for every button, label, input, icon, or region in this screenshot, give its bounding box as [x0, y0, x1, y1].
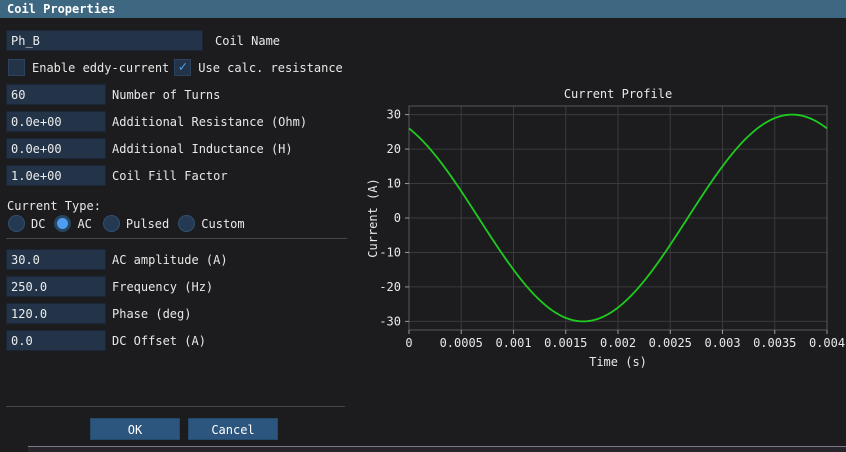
additional-inductance-label: Additional Inductance (H)	[112, 142, 293, 156]
number-of-turns-label: Number of Turns	[112, 88, 220, 102]
x-tick-label: 0.0035	[753, 336, 796, 350]
y-tick-label: -30	[379, 314, 401, 328]
x-tick-label: 0	[405, 336, 412, 350]
y-tick-label: 30	[387, 108, 401, 122]
x-tick-label: 0.002	[600, 336, 636, 350]
cancel-button[interactable]: Cancel	[188, 418, 278, 440]
dc-offset-label: DC Offset (A)	[112, 334, 206, 348]
y-tick-label: -20	[379, 280, 401, 294]
frequency-input[interactable]	[6, 276, 106, 297]
current-type-label: Current Type:	[7, 199, 101, 213]
radio-custom-label: Custom	[201, 217, 244, 231]
calc-resistance-label: Use calc. resistance	[198, 61, 343, 75]
ac-amplitude-row: AC amplitude (A)	[6, 249, 228, 270]
frequency-label: Frequency (Hz)	[112, 280, 213, 294]
x-tick-label: 0.0025	[649, 336, 692, 350]
frequency-row: Frequency (Hz)	[6, 276, 213, 297]
x-axis-label: Time (s)	[589, 355, 647, 369]
window-title: Coil Properties	[7, 2, 115, 16]
checkbox-row: Enable eddy-current Use calc. resistance	[8, 59, 343, 76]
inductance-row: Additional Inductance (H)	[6, 138, 293, 159]
radio-ac-label: AC	[77, 217, 91, 231]
ac-amplitude-label: AC amplitude (A)	[112, 253, 228, 267]
eddy-current-checkbox[interactable]	[8, 59, 25, 76]
y-axis-label: Current (A)	[366, 178, 380, 257]
radio-pulsed[interactable]	[103, 215, 120, 232]
background-window-edge	[28, 446, 846, 452]
fill-factor-row: Coil Fill Factor	[6, 165, 228, 186]
y-tick-label: 0	[394, 211, 401, 225]
coil-fill-factor-input[interactable]	[6, 165, 106, 186]
footer-divider	[6, 406, 345, 407]
dc-offset-row: DC Offset (A)	[6, 330, 206, 351]
radio-ac[interactable]	[54, 215, 71, 232]
x-tick-label: 0.004	[809, 336, 845, 350]
x-tick-label: 0.001	[495, 336, 531, 350]
x-tick-label: 0.0005	[440, 336, 483, 350]
radio-dc-label: DC	[31, 217, 45, 231]
turns-row: Number of Turns	[6, 84, 220, 105]
radio-custom[interactable]	[178, 215, 195, 232]
phase-label: Phase (deg)	[112, 307, 191, 321]
coil-properties-dialog: { "window": { "title": "Coil Properties"…	[0, 0, 846, 451]
phase-row: Phase (deg)	[6, 303, 191, 324]
coil-fill-factor-label: Coil Fill Factor	[112, 169, 228, 183]
radio-dc[interactable]	[8, 215, 25, 232]
additional-resistance-input[interactable]	[6, 111, 106, 132]
resistance-row: Additional Resistance (Ohm)	[6, 111, 307, 132]
current-type-radio-group: DC AC Pulsed Custom	[8, 215, 245, 232]
current-profile-chart: 0 0.0005 0.001 0.0015 0.002 0.0025 0.003 0.0035…	[360, 80, 846, 380]
y-tick-label: 20	[387, 142, 401, 156]
eddy-current-label: Enable eddy-current	[32, 61, 169, 75]
coil-name-input[interactable]	[6, 30, 203, 51]
x-tick-label: 0.003	[704, 336, 740, 350]
chart-title: Current Profile	[564, 87, 672, 101]
additional-resistance-label: Additional Resistance (Ohm)	[112, 115, 307, 129]
calc-resistance-checkbox[interactable]	[174, 59, 191, 76]
coil-name-label: Coil Name	[215, 34, 280, 48]
y-tick-label: -10	[379, 245, 401, 259]
phase-input[interactable]	[6, 303, 106, 324]
x-tick-label: 0.0015	[544, 336, 587, 350]
dc-offset-input[interactable]	[6, 330, 106, 351]
ok-button[interactable]: OK	[90, 418, 180, 440]
section-divider	[6, 238, 347, 239]
window-titlebar: Coil Properties	[0, 0, 846, 18]
radio-pulsed-label: Pulsed	[126, 217, 169, 231]
coil-name-row: Coil Name	[6, 30, 280, 51]
y-tick-label: 10	[387, 177, 401, 191]
ac-amplitude-input[interactable]	[6, 249, 106, 270]
number-of-turns-input[interactable]	[6, 84, 106, 105]
additional-inductance-input[interactable]	[6, 138, 106, 159]
